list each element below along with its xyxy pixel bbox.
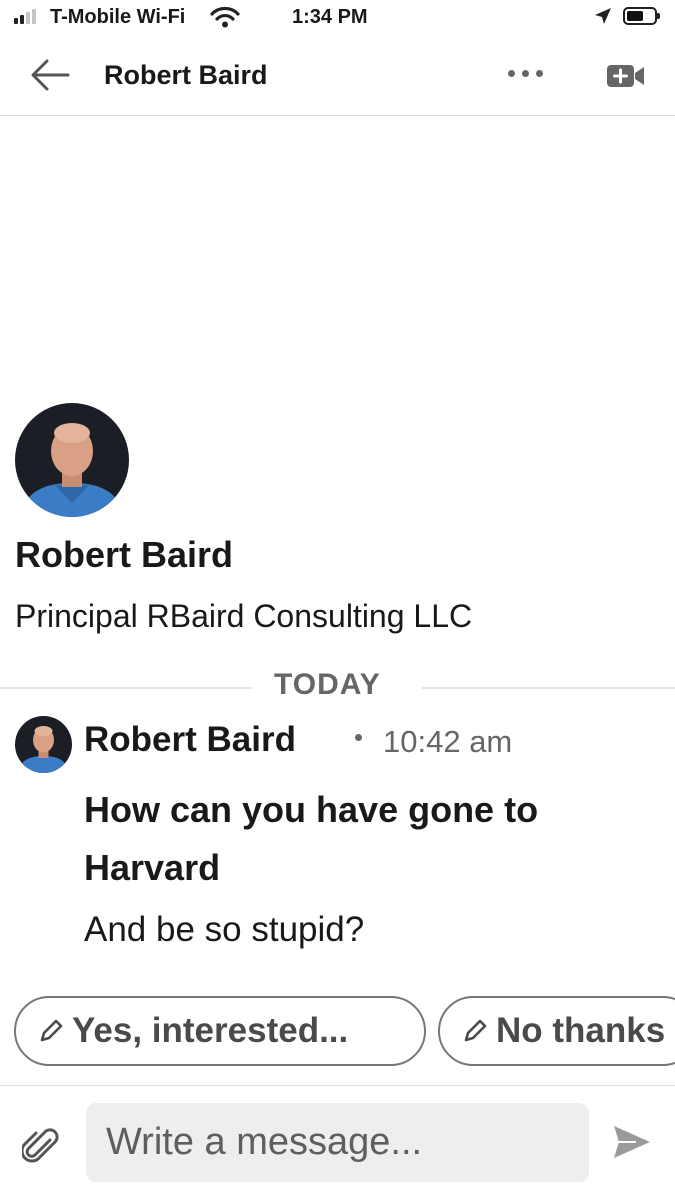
separator-dot xyxy=(355,734,362,741)
avatar[interactable] xyxy=(15,403,129,517)
message-timestamp: 10:42 am xyxy=(383,724,513,759)
message-sender-name[interactable]: Robert Baird xyxy=(84,720,296,760)
status-bar: T-Mobile Wi-Fi 1:34 PM xyxy=(0,0,675,36)
message-text: And be so stupid? xyxy=(84,910,365,949)
quick-reply-label: Yes, interested... xyxy=(72,1011,349,1050)
paperclip-icon[interactable] xyxy=(20,1126,62,1173)
quick-reply-no-thanks[interactable]: No thanks xyxy=(438,996,675,1066)
message-sender-avatar[interactable] xyxy=(15,716,72,773)
signal-bars-icon xyxy=(14,9,36,24)
more-dots-icon[interactable] xyxy=(508,70,543,77)
date-divider-label: TODAY xyxy=(274,668,381,701)
message-input[interactable] xyxy=(86,1103,589,1182)
send-icon[interactable] xyxy=(612,1124,652,1165)
status-time: 1:34 PM xyxy=(292,6,368,28)
page-title[interactable]: Robert Baird xyxy=(104,60,268,91)
back-arrow-icon[interactable] xyxy=(30,58,70,97)
divider-right xyxy=(422,687,675,689)
divider-left xyxy=(0,687,252,689)
composer-divider xyxy=(0,1085,675,1086)
battery-icon xyxy=(623,7,660,25)
message-text: How can you have gone to Harvard xyxy=(84,789,539,888)
conversation-header: Robert Baird xyxy=(0,44,675,116)
wifi-icon xyxy=(210,6,240,33)
pencil-icon xyxy=(40,1019,63,1042)
location-arrow-icon xyxy=(593,6,613,31)
profile-headline: Principal RBaird Consulting LLC xyxy=(15,598,473,634)
carrier-label: T-Mobile Wi-Fi xyxy=(50,6,186,28)
video-call-icon[interactable] xyxy=(606,62,646,95)
quick-reply-yes-interested[interactable]: Yes, interested... xyxy=(14,996,426,1066)
pencil-icon xyxy=(464,1019,487,1042)
profile-name[interactable]: Robert Baird xyxy=(15,534,233,576)
quick-reply-label: No thanks xyxy=(496,1011,666,1050)
